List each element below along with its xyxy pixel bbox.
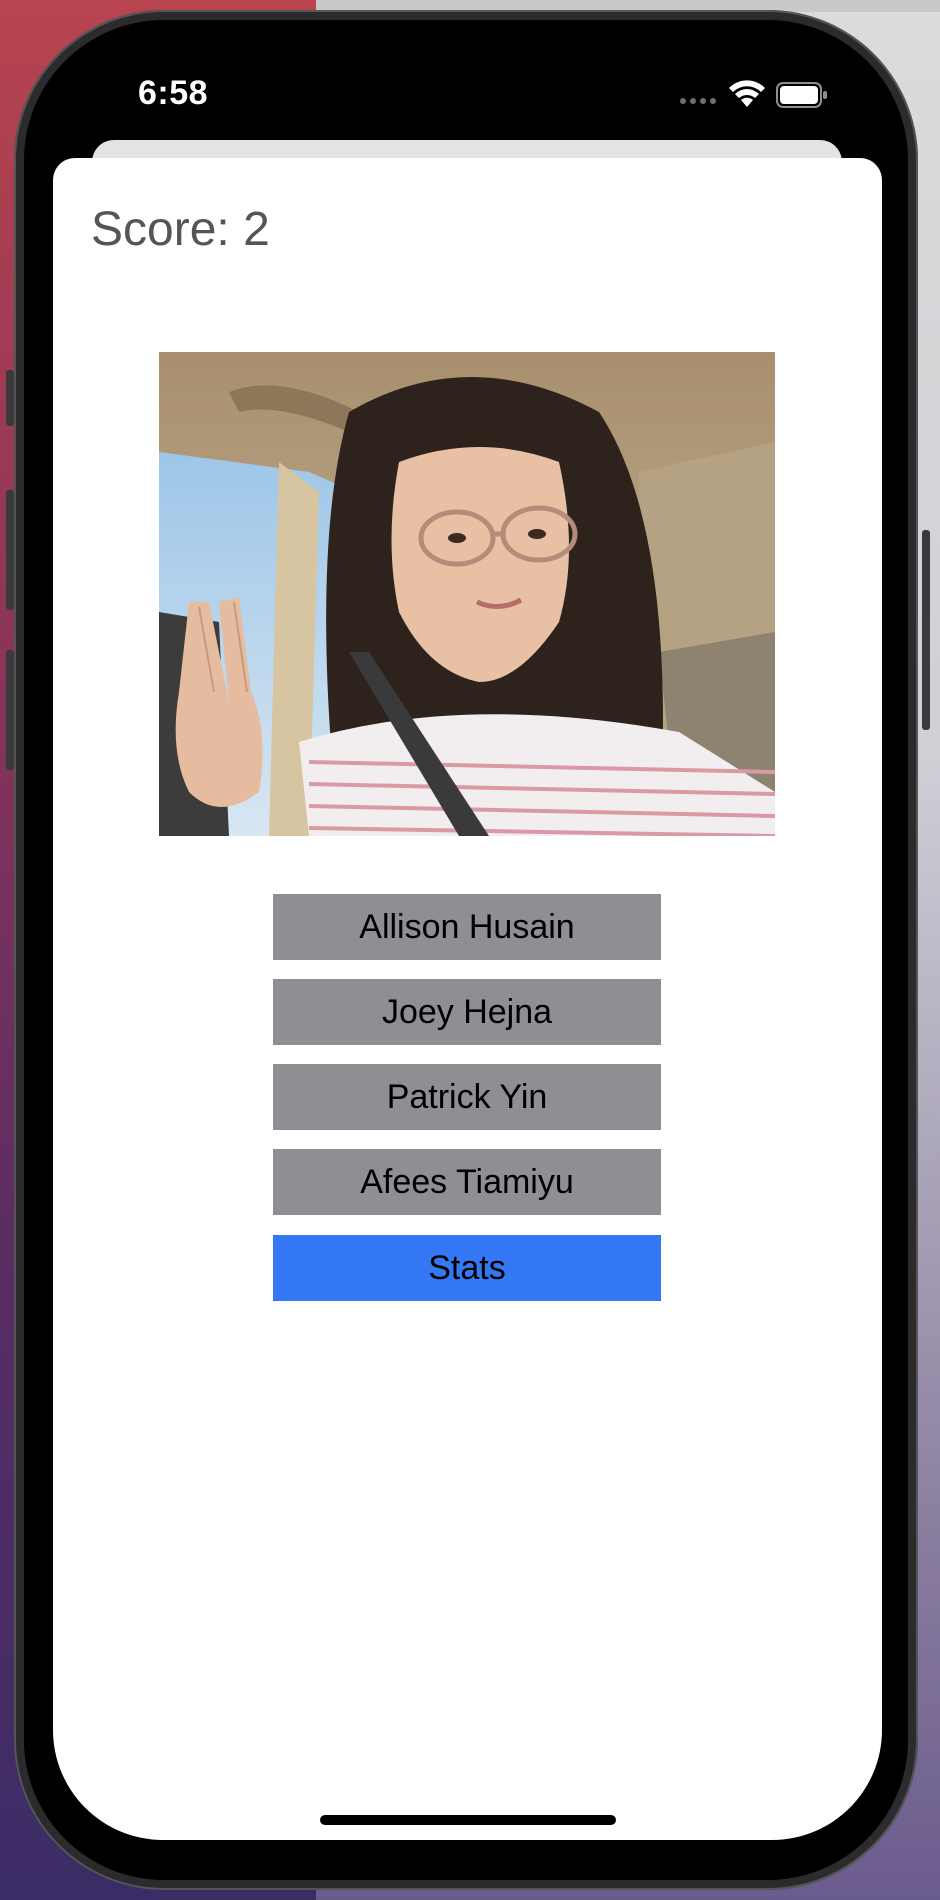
photo-illustration	[159, 352, 775, 836]
status-time: 6:58	[138, 74, 209, 112]
wifi-icon	[729, 80, 765, 107]
home-indicator[interactable]	[320, 1815, 616, 1825]
power-button	[922, 530, 930, 730]
person-photo	[159, 352, 775, 836]
stats-button[interactable]: Stats	[273, 1235, 661, 1301]
choice-button-3[interactable]: Patrick Yin	[273, 1064, 661, 1130]
volume-down-button	[6, 650, 14, 770]
choice-button-4[interactable]: Afees Tiamiyu	[273, 1149, 661, 1215]
score-label: Score: 2	[91, 203, 270, 256]
modal-sheet: Score: 2 Allison Husain Joey Hejna Patri…	[53, 158, 882, 1840]
choice-button-2[interactable]: Joey Hejna	[273, 979, 661, 1045]
choice-button-1[interactable]: Allison Husain	[273, 894, 661, 960]
mute-switch	[6, 370, 14, 426]
volume-up-button	[6, 490, 14, 610]
cellular-signal-icon	[680, 98, 716, 104]
battery-icon	[776, 82, 827, 108]
